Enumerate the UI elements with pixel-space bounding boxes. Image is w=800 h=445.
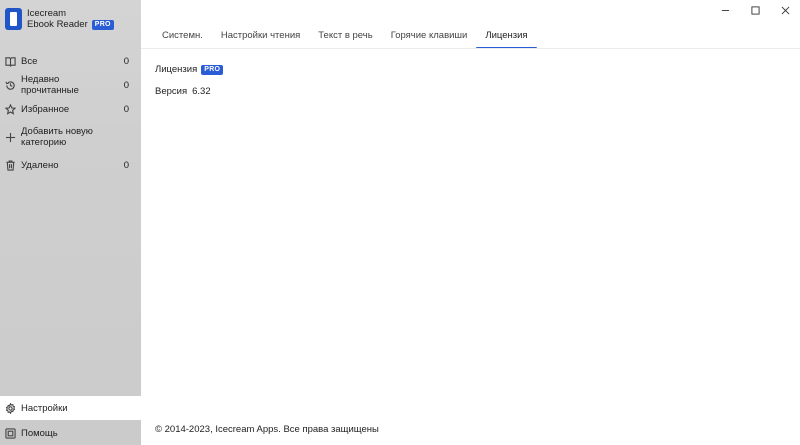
pro-badge: PRO: [91, 19, 114, 30]
sidebar-item-favorites[interactable]: Избранное 0: [0, 97, 141, 121]
close-icon: [781, 6, 789, 14]
brand-line1: Icecream: [27, 8, 67, 19]
sidebar-item-label: Избранное: [21, 103, 70, 115]
version-row: Версия 6.32: [155, 86, 211, 97]
book-icon: [4, 55, 16, 67]
settings-tabs: Системн. Настройки чтения Текст в речь Г…: [153, 22, 537, 49]
sidebar-item-count: 0: [123, 159, 129, 171]
license-row: Лицензия PRO: [155, 64, 224, 75]
gear-icon: [4, 402, 16, 414]
sidebar-item-label: Настройки: [21, 402, 68, 414]
copyright-footer: © 2014-2023, Icecream Apps. Все права за…: [155, 424, 379, 435]
sidebar-item-help[interactable]: Помощь: [0, 421, 141, 445]
window-controls: [710, 0, 800, 20]
license-pro-badge: PRO: [201, 64, 224, 75]
sidebar-item-label: Недавно прочитанные: [21, 74, 79, 96]
brand: Icecream Ebook Reader PRO: [5, 7, 114, 31]
history-icon: [4, 79, 16, 91]
maximize-button[interactable]: [740, 0, 770, 20]
close-button[interactable]: [770, 0, 800, 20]
tab-system[interactable]: Системн.: [153, 22, 212, 48]
sidebar-item-all[interactable]: Все 0: [0, 49, 141, 73]
main-panel: Системн. Настройки чтения Текст в речь Г…: [141, 0, 800, 445]
sidebar-item-count: 0: [123, 55, 129, 67]
minimize-icon: [721, 9, 729, 11]
tab-hotkeys[interactable]: Горячие клавиши: [382, 22, 477, 48]
version-label: Версия: [155, 86, 188, 97]
sidebar-item-deleted[interactable]: Удалено 0: [0, 153, 141, 177]
tab-text-to-speech[interactable]: Текст в речь: [309, 22, 381, 48]
sidebar-item-count: 0: [123, 79, 129, 91]
sidebar-item-label: Удалено: [21, 159, 59, 171]
sidebar-item-settings[interactable]: Настройки: [0, 396, 141, 420]
star-icon: [4, 103, 16, 115]
brand-line2: Ebook Reader: [27, 19, 88, 30]
minimize-button[interactable]: [710, 0, 740, 20]
tab-license[interactable]: Лицензия: [476, 22, 537, 49]
trash-icon: [4, 159, 16, 171]
help-icon: [4, 427, 16, 439]
sidebar-item-label: Помощь: [21, 427, 58, 439]
sidebar-item-count: 0: [123, 103, 129, 115]
tabs-divider: [141, 48, 800, 49]
maximize-icon: [750, 5, 760, 15]
version-value: 6.32: [192, 86, 211, 97]
sidebar-item-recent[interactable]: Недавно прочитанные 0: [0, 73, 141, 97]
tab-reading-settings[interactable]: Настройки чтения: [212, 22, 309, 48]
app-logo-icon: [5, 8, 22, 30]
sidebar: Icecream Ebook Reader PRO Все 0 Недавно …: [0, 0, 141, 445]
brand-text: Icecream Ebook Reader PRO: [27, 8, 114, 30]
license-label: Лицензия: [155, 64, 198, 75]
sidebar-item-label: Все: [21, 55, 38, 67]
plus-icon: [4, 131, 16, 143]
sidebar-item-label: Добавить новую категорию: [21, 126, 93, 148]
sidebar-item-add-category[interactable]: Добавить новую категорию: [0, 125, 141, 149]
